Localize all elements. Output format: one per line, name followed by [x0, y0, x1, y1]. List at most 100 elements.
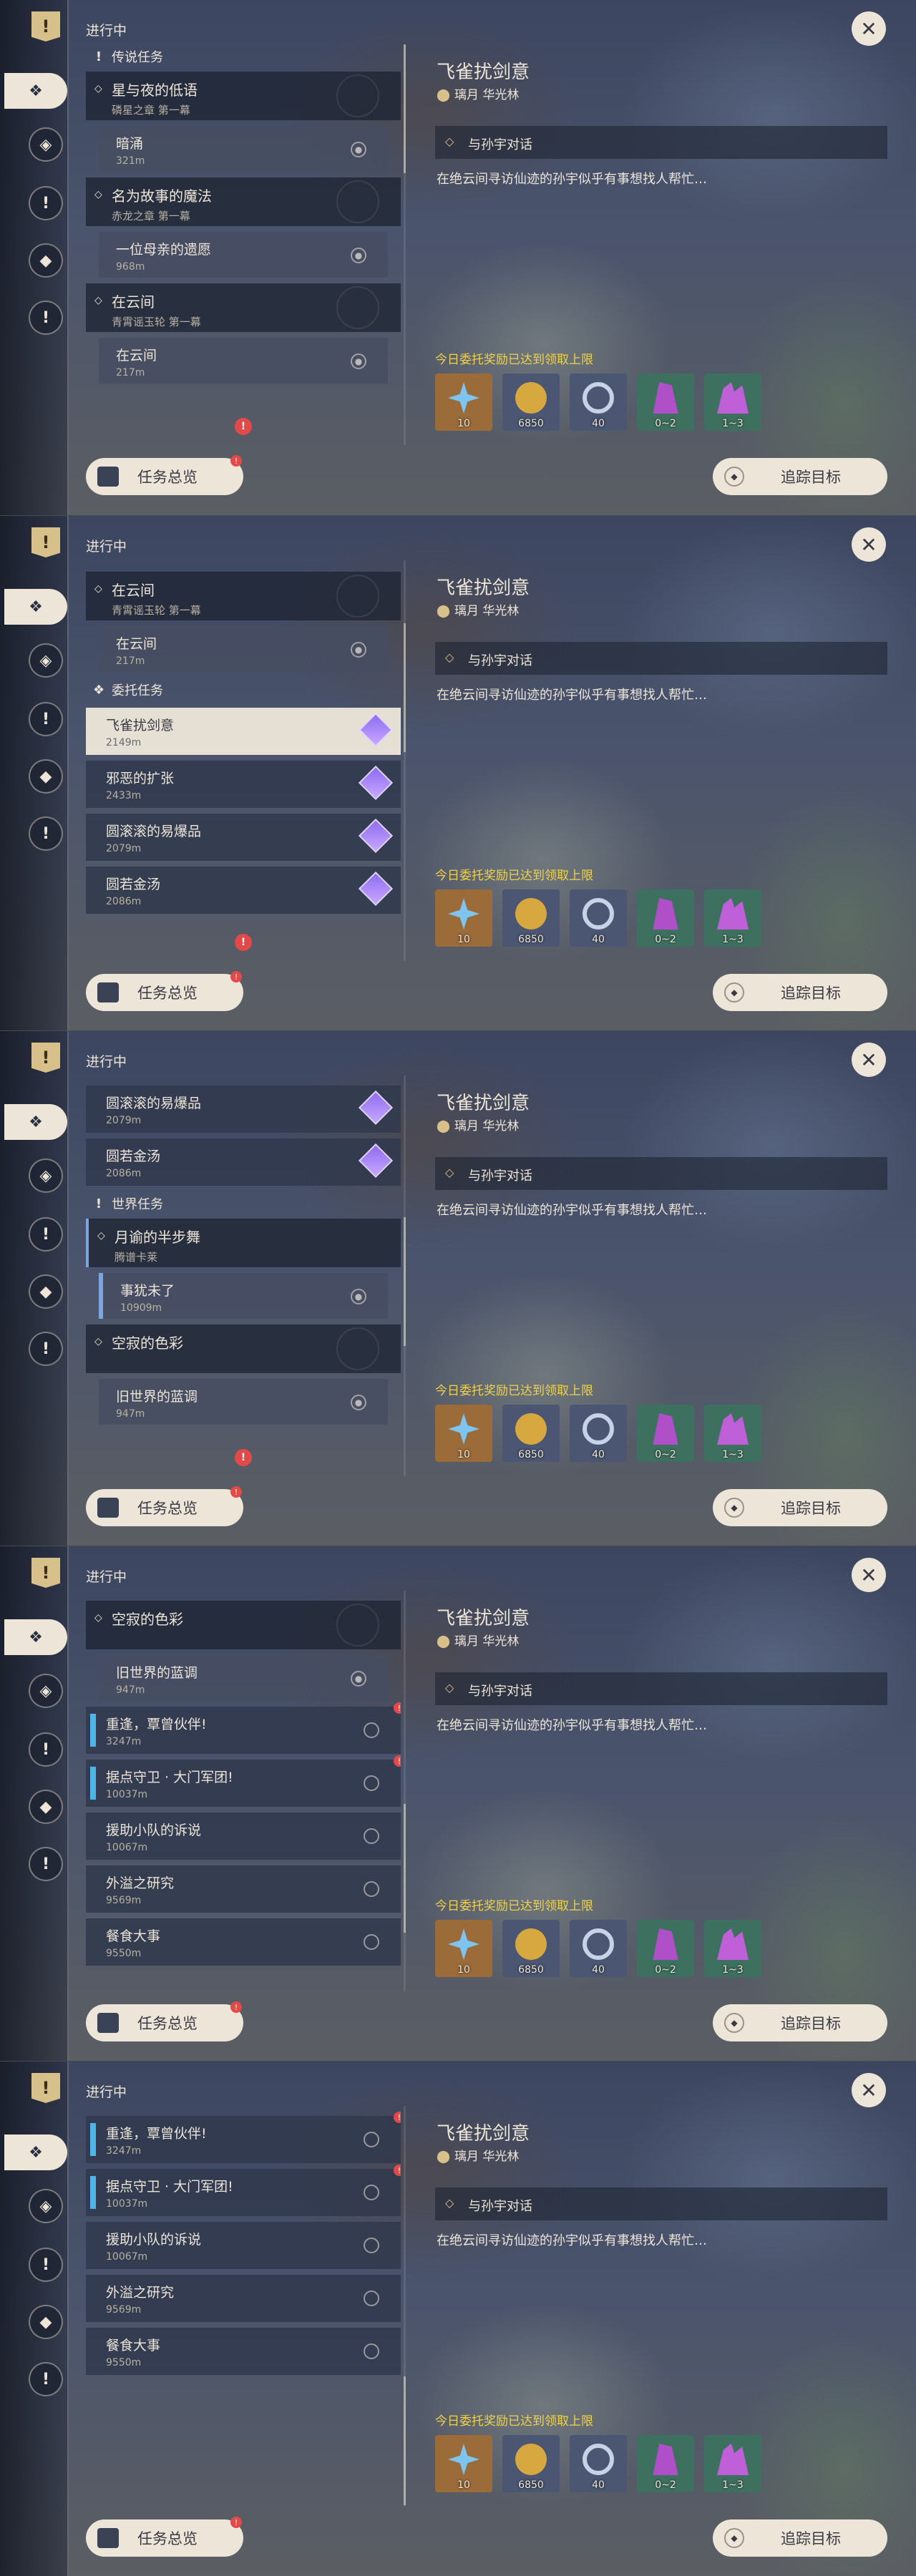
archon-quest-icon[interactable]: !	[29, 2248, 63, 2282]
quest-step[interactable]: 旧世界的蓝调 947m ●	[99, 1655, 388, 1701]
all-quests-icon[interactable]: ❖	[4, 1619, 67, 1655]
track-target-button[interactable]: ◆ 追踪目标	[713, 2004, 887, 2041]
reward-purple-crystal[interactable]: 1~3	[704, 1920, 761, 1977]
quest-flag-icon[interactable]: !	[31, 11, 60, 42]
location-pin-icon[interactable]	[364, 1722, 379, 1738]
reward-purple-crystal[interactable]: 1~3	[704, 1405, 761, 1462]
archon-quest-icon[interactable]: !	[29, 186, 63, 220]
quest-flag-icon[interactable]: !	[31, 2073, 60, 2103]
reward-friendship[interactable]: 40	[570, 889, 627, 947]
reward-mora[interactable]: 6850	[502, 2435, 560, 2492]
reward-adventure-exp[interactable]: 10	[435, 2435, 492, 2492]
location-pin-icon[interactable]	[364, 1934, 379, 1950]
quest-step[interactable]: 在云间 217m ●	[99, 626, 388, 672]
story-quest-icon[interactable]: ◆	[29, 2305, 63, 2339]
close-button[interactable]: ✕	[852, 1043, 886, 1077]
archon-quest-icon[interactable]: !	[29, 1217, 63, 1252]
location-pin-icon[interactable]	[364, 2290, 379, 2306]
scroll-thumb[interactable]	[404, 1804, 406, 1933]
commission-row[interactable]: 圆滚滚的易爆品 2079m	[86, 1085, 401, 1133]
reward-green-crystal[interactable]: 0~2	[637, 374, 694, 431]
quest-story-magic[interactable]: ◇ 名为故事的魔法 赤龙之章 第一幕	[86, 177, 401, 226]
commission-row[interactable]: 飞雀扰剑意 2149m	[86, 708, 401, 755]
quest-flag-icon[interactable]: !	[31, 1558, 60, 1588]
quest-list[interactable]: ◇ 在云间 青霄谣玉轮 第一幕 在云间 217m ● ❖ 委托任务 飞雀扰剑意 2…	[86, 560, 401, 961]
commission-icon[interactable]: ◈	[29, 127, 63, 162]
quest-flag-icon[interactable]: !	[31, 1043, 60, 1073]
reward-mora[interactable]: 6850	[502, 1405, 560, 1462]
world-row[interactable]: 重逢，覃曾伙伴! 3247m !	[86, 1702, 401, 1754]
all-quests-icon[interactable]: ❖	[4, 589, 67, 625]
reward-green-crystal[interactable]: 0~2	[637, 1405, 694, 1462]
world-row[interactable]: 援助小队的诉说 10067m	[86, 1813, 401, 1860]
commission-icon[interactable]: ◈	[29, 2189, 63, 2223]
quest-step[interactable]: 事犹未了 10909m ●	[99, 1273, 388, 1319]
close-button[interactable]: ✕	[852, 11, 886, 46]
location-pin-icon[interactable]: ●	[351, 642, 366, 658]
quest-step[interactable]: 暗涌 321m ●	[99, 126, 388, 172]
world-row[interactable]: 外溢之研究 9569m	[86, 1865, 401, 1913]
quest-step[interactable]: 旧世界的蓝调 947m ●	[99, 1379, 388, 1425]
reward-friendship[interactable]: 40	[570, 1405, 627, 1462]
close-button[interactable]: ✕	[852, 1558, 886, 1592]
location-pin-icon[interactable]	[364, 1775, 379, 1791]
location-pin-icon[interactable]	[364, 1828, 379, 1844]
reward-mora[interactable]: 6850	[502, 1920, 560, 1977]
commission-icon[interactable]: ◈	[29, 643, 63, 678]
reward-green-crystal[interactable]: 0~2	[637, 2435, 694, 2492]
commission-icon[interactable]: ◈	[29, 1674, 63, 1708]
quest-lonely-color[interactable]: ◇ 空寂的色彩	[86, 1601, 401, 1649]
reward-friendship[interactable]: 40	[570, 2435, 627, 2492]
scroll-thumb[interactable]	[404, 1217, 406, 1346]
track-target-button[interactable]: ◆ 追踪目标	[713, 2519, 887, 2557]
scroll-thumb[interactable]	[404, 623, 406, 752]
quest-list[interactable]: ◇ 空寂的色彩 旧世界的蓝调 947m ● 重逢，覃曾伙伴! 3247m ! 据…	[86, 1591, 401, 1991]
scroll-thumb[interactable]	[404, 44, 406, 173]
scroll-thumb[interactable]	[404, 2376, 406, 2505]
reward-adventure-exp[interactable]: 10	[435, 889, 492, 947]
story-quest-icon[interactable]: ◆	[29, 1790, 63, 1824]
quest-flag-icon[interactable]: !	[31, 527, 60, 557]
quest-lonely-color[interactable]: ◇ 空寂的色彩	[86, 1324, 401, 1373]
quest-overview-button[interactable]: 任务总览 !	[86, 971, 243, 1011]
reward-adventure-exp[interactable]: 10	[435, 1405, 492, 1462]
commission-row[interactable]: 圆滚滚的易爆品 2079m	[86, 814, 401, 861]
track-target-button[interactable]: ◆ 追踪目标	[713, 458, 887, 495]
quest-step[interactable]: 在云间 217m ●	[99, 338, 388, 384]
location-pin-icon[interactable]	[364, 2132, 379, 2147]
reward-mora[interactable]: 6850	[502, 889, 560, 947]
archon-quest-icon[interactable]: !	[29, 702, 63, 736]
location-pin-icon[interactable]: ●	[351, 1671, 366, 1687]
reward-green-crystal[interactable]: 0~2	[637, 889, 694, 947]
quest-overview-button[interactable]: 任务总览 !	[86, 2001, 243, 2041]
all-quests-icon[interactable]: ❖	[4, 1104, 67, 1140]
world-row[interactable]: 据点守卫 · 大门军团! 10037m !	[86, 1755, 401, 1807]
quest-cloud[interactable]: ◇ 在云间 青霄谣玉轮 第一幕	[86, 283, 401, 332]
world-quest-icon[interactable]: !	[29, 1847, 63, 1881]
quest-list[interactable]: 重逢，覃曾伙伴! 3247m ! 据点守卫 · 大门军团! 10037m ! 援…	[86, 2106, 401, 2507]
location-pin-icon[interactable]: ●	[351, 353, 366, 369]
all-quests-icon[interactable]: ❖	[4, 2135, 67, 2170]
quest-step[interactable]: 一位母亲的遗愿 968m ●	[99, 232, 388, 278]
quest-moon-dance[interactable]: ◇ 月谕的半步舞 腾谱卡莱	[86, 1219, 401, 1267]
reward-adventure-exp[interactable]: 10	[435, 374, 492, 431]
quest-star-night[interactable]: ◇ 星与夜的低语 磷星之章 第一幕	[86, 72, 401, 120]
world-row[interactable]: 餐食大事 9550m	[86, 1918, 401, 1966]
commission-row[interactable]: 圆若金汤 2086m	[86, 1138, 401, 1186]
story-quest-icon[interactable]: ◆	[29, 1274, 63, 1309]
quest-list[interactable]: ! 传说任务 ◇ 星与夜的低语 磷星之章 第一幕 暗涌 321m ● ◇ 名为故事…	[86, 44, 401, 445]
all-quests-icon[interactable]: ❖	[4, 73, 67, 109]
close-button[interactable]: ✕	[852, 2073, 886, 2107]
world-quest-icon[interactable]: !	[29, 1332, 63, 1366]
scrollbar[interactable]	[404, 560, 406, 961]
world-row[interactable]: 餐食大事 9550m	[86, 2328, 401, 2375]
commission-row[interactable]: 圆若金汤 2086m	[86, 867, 401, 914]
quest-overview-button[interactable]: 任务总览 !	[86, 455, 243, 495]
track-target-button[interactable]: ◆ 追踪目标	[713, 1489, 887, 1526]
story-quest-icon[interactable]: ◆	[29, 243, 63, 278]
world-row[interactable]: 援助小队的诉说 10067m	[86, 2222, 401, 2269]
world-row[interactable]: 外溢之研究 9569m	[86, 2275, 401, 2322]
location-pin-icon[interactable]: ●	[351, 1395, 366, 1410]
story-quest-icon[interactable]: ◆	[29, 759, 63, 794]
location-pin-icon[interactable]: ●	[351, 248, 366, 263]
